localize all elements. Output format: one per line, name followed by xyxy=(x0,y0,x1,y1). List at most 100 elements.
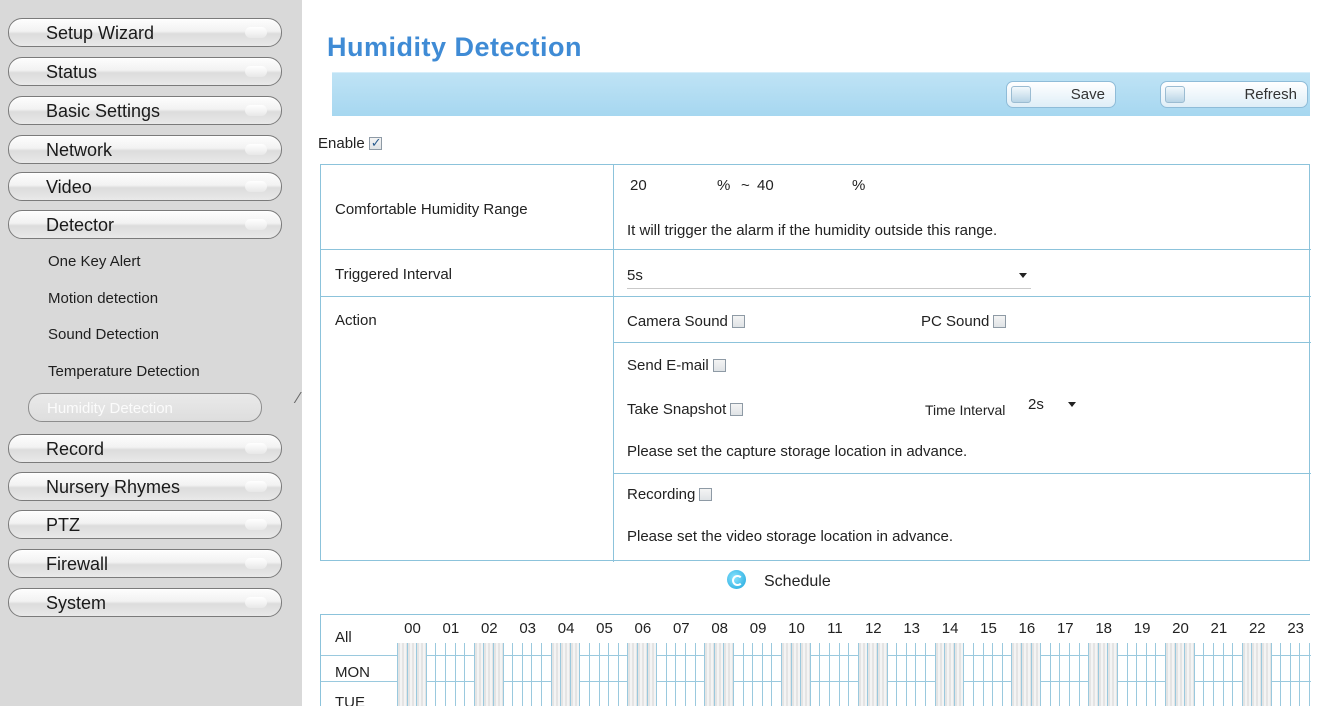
schedule-hour-11[interactable]: 11 xyxy=(819,620,850,637)
schedule-hour-column[interactable] xyxy=(473,643,505,706)
schedule-cell[interactable] xyxy=(934,643,945,706)
schedule-cell[interactable] xyxy=(761,643,772,706)
schedule-cell[interactable] xyxy=(1078,643,1089,706)
schedule-cell[interactable] xyxy=(521,643,532,706)
schedule-all-label[interactable]: All xyxy=(335,629,352,646)
schedule-cell[interactable] xyxy=(800,643,810,706)
schedule-hour-column[interactable] xyxy=(934,643,966,706)
schedule-cell[interactable] xyxy=(454,643,465,706)
schedule-hour-column[interactable] xyxy=(550,643,582,706)
schedule-cell[interactable] xyxy=(732,643,743,706)
menu-nursery-rhymes[interactable]: Nursery Rhymes xyxy=(8,472,282,501)
schedule-cell[interactable] xyxy=(809,643,820,706)
schedule-hour-03[interactable]: 03 xyxy=(512,620,543,637)
schedule-cell[interactable] xyxy=(416,643,426,706)
submenu-humidity-detection[interactable]: Humidity Detection xyxy=(28,393,262,422)
schedule-hour-10[interactable]: 10 xyxy=(781,620,812,637)
schedule-cell[interactable] xyxy=(598,643,609,706)
schedule-cell[interactable] xyxy=(1011,643,1021,706)
schedule-hour-17[interactable]: 17 xyxy=(1050,620,1081,637)
schedule-hour-06[interactable]: 06 xyxy=(627,620,658,637)
schedule-cell[interactable] xyxy=(1270,643,1281,706)
schedule-cell[interactable] xyxy=(1289,643,1300,706)
schedule-cell[interactable] xyxy=(742,643,753,706)
schedule-cell[interactable] xyxy=(819,643,829,706)
schedule-cell[interactable] xyxy=(953,643,964,706)
schedule-cell[interactable] xyxy=(857,643,868,706)
schedule-cell[interactable] xyxy=(1030,643,1041,706)
submenu-one-key-alert[interactable]: One Key Alert xyxy=(48,253,141,270)
schedule-hour-column[interactable] xyxy=(665,643,697,706)
schedule-cell[interactable] xyxy=(1260,643,1271,706)
schedule-cell[interactable] xyxy=(512,643,522,706)
schedule-cell[interactable] xyxy=(982,643,993,706)
schedule-cell[interactable] xyxy=(444,643,455,706)
schedule-cell[interactable] xyxy=(896,643,906,706)
schedule-cell[interactable] xyxy=(675,643,685,706)
schedule-hour-00[interactable]: 00 xyxy=(397,620,428,637)
schedule-cell[interactable] xyxy=(1001,643,1012,706)
schedule-cell[interactable] xyxy=(713,643,724,706)
submenu-motion-detection[interactable]: Motion detection xyxy=(48,290,158,307)
schedule-hour-14[interactable]: 14 xyxy=(935,620,966,637)
schedule-cell[interactable] xyxy=(579,643,589,706)
menu-system[interactable]: System xyxy=(8,588,282,617)
schedule-cell[interactable] xyxy=(483,643,493,706)
schedule-cell[interactable] xyxy=(1145,643,1156,706)
menu-status[interactable]: Status xyxy=(8,57,282,86)
schedule-hour-16[interactable]: 16 xyxy=(1011,620,1042,637)
schedule-cell[interactable] xyxy=(723,643,733,706)
schedule-hour-column[interactable] xyxy=(857,643,889,706)
schedule-cell[interactable] xyxy=(406,643,417,706)
schedule-hour-column[interactable] xyxy=(1280,643,1311,706)
schedule-hour-column[interactable] xyxy=(589,643,620,706)
schedule-cell[interactable] xyxy=(1155,643,1165,706)
schedule-hour-column[interactable] xyxy=(1203,643,1234,706)
schedule-cell[interactable] xyxy=(492,643,503,706)
schedule-cell[interactable] xyxy=(473,643,484,706)
schedule-cell[interactable] xyxy=(1280,643,1290,706)
schedule-hour-column[interactable] xyxy=(1241,643,1273,706)
schedule-hour-column[interactable] xyxy=(819,643,850,706)
schedule-hour-07[interactable]: 07 xyxy=(666,620,697,637)
schedule-hour-02[interactable]: 02 xyxy=(474,620,505,637)
menu-network[interactable]: Network xyxy=(8,135,282,164)
schedule-hour-column[interactable] xyxy=(1165,643,1196,706)
schedule-cell[interactable] xyxy=(627,643,637,706)
schedule-cell[interactable] xyxy=(1308,643,1319,706)
schedule-cell[interactable] xyxy=(1241,643,1252,706)
schedule-hour-column[interactable] xyxy=(397,643,428,706)
schedule-cell[interactable] xyxy=(560,643,570,706)
schedule-cell[interactable] xyxy=(1165,643,1175,706)
schedule-cell[interactable] xyxy=(1049,643,1060,706)
schedule-cell[interactable] xyxy=(973,643,983,706)
schedule-cell[interactable] xyxy=(1116,643,1127,706)
schedule-cell[interactable] xyxy=(569,643,580,706)
schedule-cell[interactable] xyxy=(665,643,676,706)
schedule-cell[interactable] xyxy=(1203,643,1213,706)
schedule-hour-column[interactable] xyxy=(512,643,543,706)
schedule-cell[interactable] xyxy=(828,643,839,706)
schedule-cell[interactable] xyxy=(886,643,897,706)
recording-checkbox[interactable] xyxy=(699,488,713,501)
schedule-cell[interactable] xyxy=(1040,643,1050,706)
refresh-button[interactable]: Refresh xyxy=(1160,81,1308,108)
menu-firewall[interactable]: Firewall xyxy=(8,549,282,578)
schedule-hour-15[interactable]: 15 xyxy=(973,620,1004,637)
schedule-hour-04[interactable]: 04 xyxy=(551,620,582,637)
schedule-cell[interactable] xyxy=(704,643,714,706)
schedule-hour-column[interactable] xyxy=(435,643,466,706)
schedule-hour-05[interactable]: 05 xyxy=(589,620,620,637)
schedule-cell[interactable] xyxy=(1126,643,1137,706)
pc-sound-checkbox[interactable] xyxy=(993,315,1007,328)
time-interval-select[interactable]: 2s xyxy=(1028,396,1080,418)
schedule-cell[interactable] xyxy=(771,643,781,706)
schedule-cell[interactable] xyxy=(397,643,407,706)
schedule-cell[interactable] xyxy=(790,643,801,706)
schedule-hour-column[interactable] xyxy=(704,643,735,706)
schedule-cell[interactable] xyxy=(1222,643,1233,706)
schedule-hour-23[interactable]: 23 xyxy=(1280,620,1311,637)
submenu-temperature-detection[interactable]: Temperature Detection xyxy=(48,363,200,380)
schedule-hour-13[interactable]: 13 xyxy=(896,620,927,637)
schedule-cell[interactable] xyxy=(1107,643,1117,706)
